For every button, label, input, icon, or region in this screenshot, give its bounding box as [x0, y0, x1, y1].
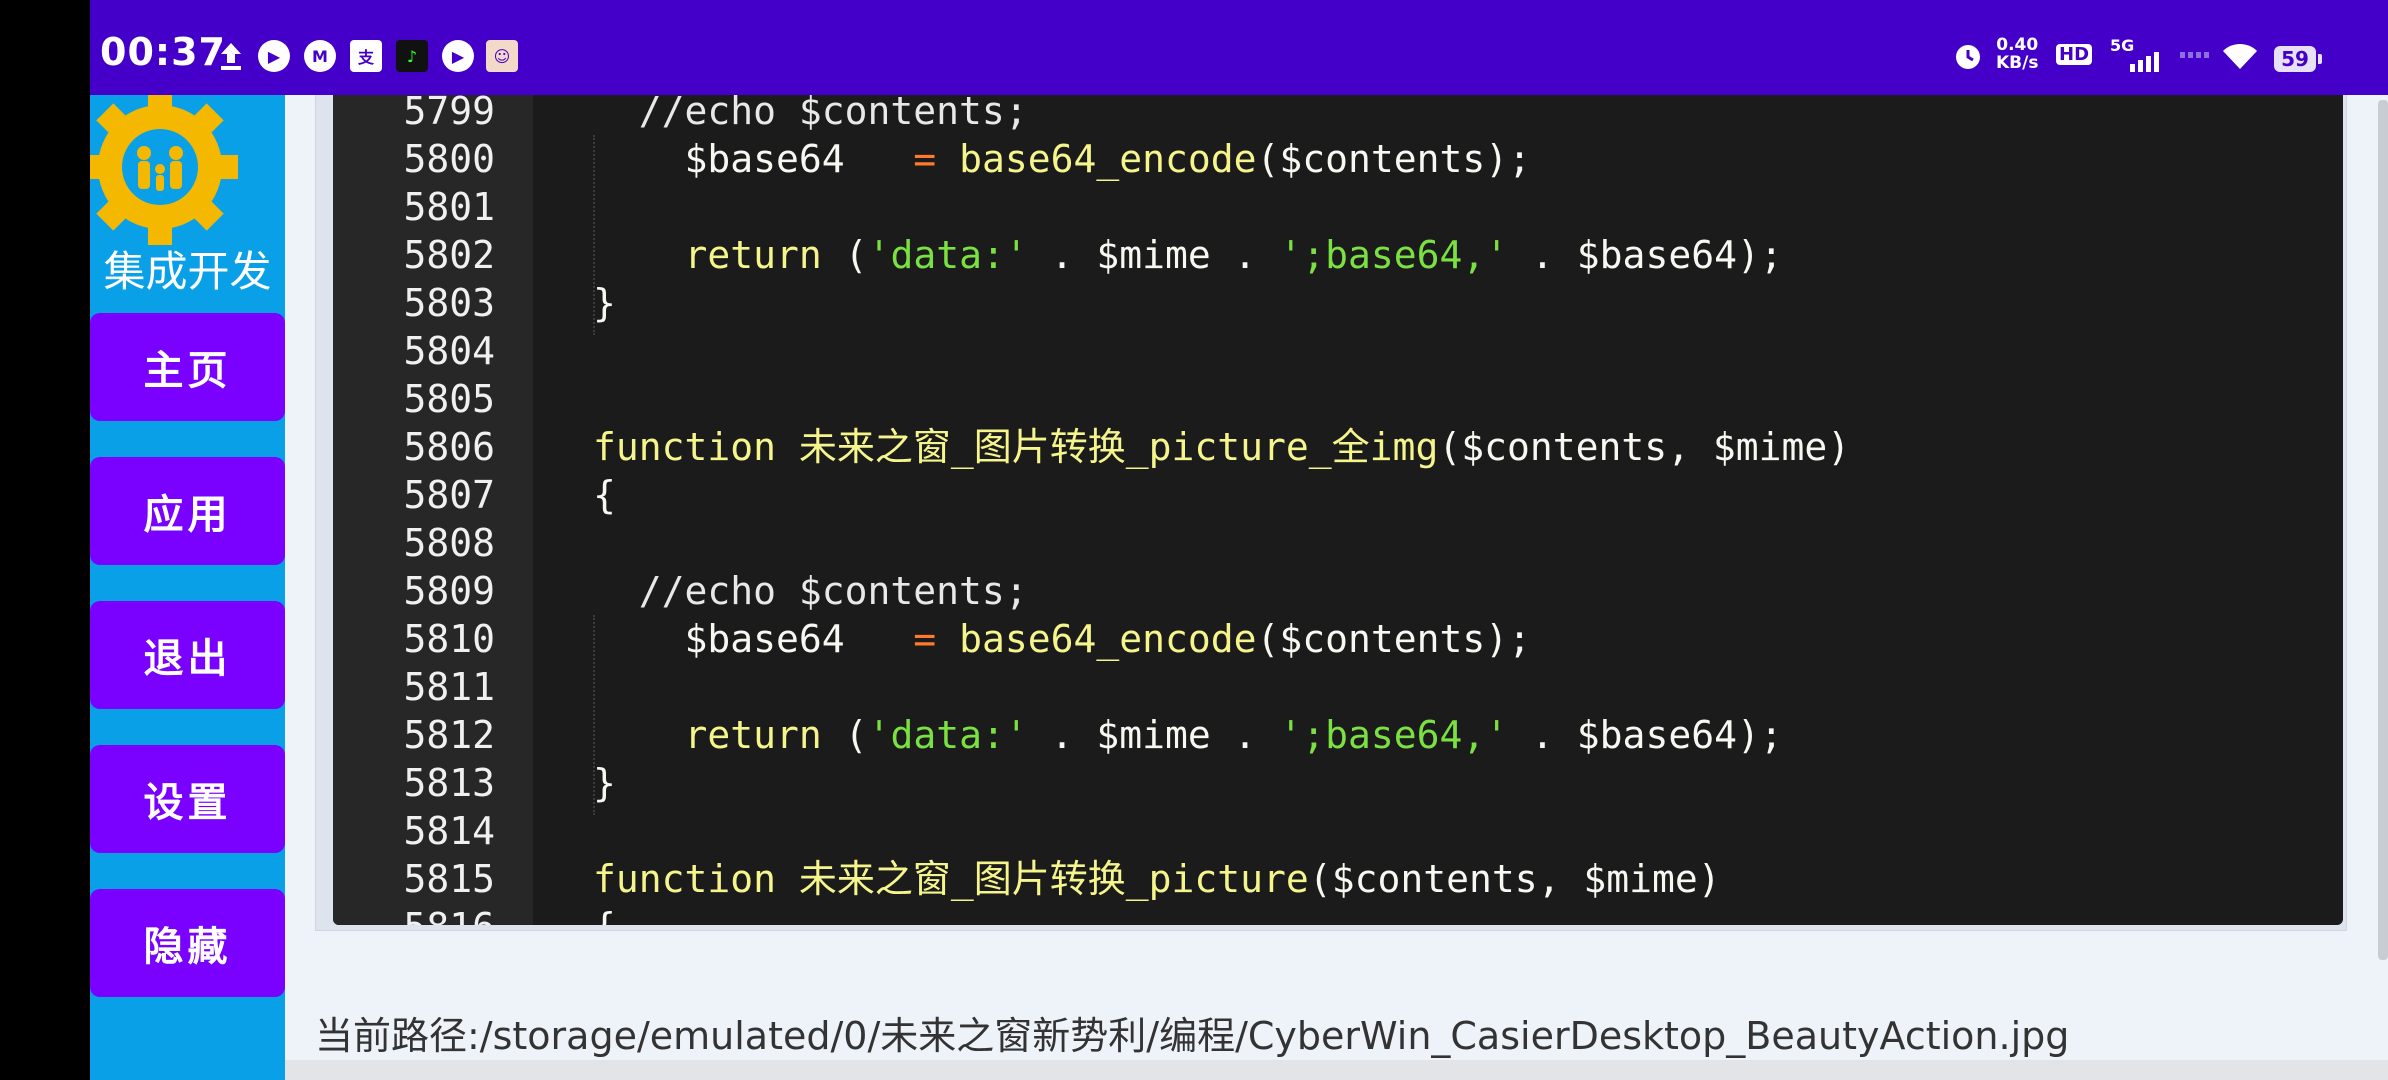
battery-icon: 59 [2274, 46, 2322, 72]
code-line: 5800 $base64 = base64_encode($contents); [333, 135, 2343, 183]
line-code: $base64 = base64_encode($contents); [593, 617, 1532, 661]
code-line: 5810 $base64 = base64_encode($contents); [333, 615, 2343, 663]
line-number: 5799 [403, 95, 495, 133]
screen-bezel [0, 0, 90, 1080]
alipay-icon: 支 [350, 40, 382, 72]
line-number: 5807 [403, 473, 495, 517]
bottom-scrollbar[interactable] [285, 1060, 2388, 1080]
line-code: return ('data:' . $mime . ';base64,' . $… [684, 713, 1783, 757]
nav-settings-button[interactable]: 设置 [90, 745, 285, 853]
scrollbar-thumb[interactable] [2378, 100, 2388, 960]
code-line: 5806 function 未来之窗_图片转换_picture_全img($con… [333, 423, 2343, 471]
code-line: 5816 { [333, 903, 2343, 925]
line-number: 5812 [403, 713, 495, 757]
alarm-icon [1952, 40, 1984, 72]
signal-icon [2130, 52, 2159, 72]
wifi-icon [2220, 40, 2260, 72]
line-code: return ('data:' . $mime . ';base64,' . $… [684, 233, 1783, 277]
line-number: 5805 [403, 377, 495, 421]
network-speed: 0.40 KB/s [1996, 35, 2039, 73]
nav-apps-button[interactable]: 应用 [90, 457, 285, 565]
code-line: 5804 [333, 327, 2343, 375]
line-code: //echo $contents; [638, 95, 1028, 133]
line-number: 5800 [403, 137, 495, 181]
line-number: 5803 [403, 281, 495, 325]
line-number: 5816 [333, 903, 495, 925]
line-code: { [593, 473, 616, 517]
nav-exit-button[interactable]: 退出 [90, 601, 285, 709]
code-line: 5813} [333, 759, 2343, 807]
code-line: 5799 //echo $contents; [333, 95, 2343, 135]
line-number: 5810 [403, 617, 495, 661]
code-line: 5812 return ('data:' . $mime . ';base64,… [333, 711, 2343, 759]
line-code: $base64 = base64_encode($contents); [593, 137, 1532, 181]
m-app-icon: M [304, 40, 336, 72]
status-time: 00:37 [100, 30, 226, 74]
line-code: function 未来之窗_图片转换_picture($contents, $m… [593, 857, 1721, 901]
current-path: 当前路径:/storage/emulated/0/未来之窗新势利/编程/Cybe… [315, 1014, 2070, 1058]
music-app-icon: ♪ [396, 40, 428, 72]
gear-family-logo-icon [82, 89, 285, 245]
play-app-icon: ▶ [258, 40, 290, 72]
code-line: 5811 [333, 663, 2343, 711]
line-number: 5815 [403, 857, 495, 901]
line-number: 5814 [403, 809, 495, 853]
line-code: //echo $contents; [638, 569, 1028, 613]
line-code: { [593, 903, 616, 925]
code-line: 5815 function 未来之窗_图片转换_picture($contents… [333, 855, 2343, 903]
line-number: 5806 [403, 425, 495, 469]
nav-hide-button[interactable]: 隐藏 [90, 889, 285, 997]
logo-text: 集成开发 [103, 247, 272, 296]
line-number: 5801 [403, 185, 495, 229]
code-line: 5802 return ('data:' . $mime . ';base64,… [333, 231, 2343, 279]
line-number: 5811 [403, 665, 495, 709]
video-app-icon: ▶ [442, 40, 474, 72]
nav-home-button[interactable]: 主页 [90, 313, 285, 421]
code-editor[interactable]: 5799 //echo $contents; 5800 $base64 = bas… [333, 95, 2343, 925]
line-code: function 未来之窗_图片转换_picture_全img($content… [593, 425, 1851, 469]
scrollbar-track[interactable] [2378, 95, 2388, 965]
code-line: 5807 { [333, 471, 2343, 519]
signal-secondary-icon [2180, 52, 2209, 58]
sidebar: 集成开发 主页 应用 退出 设置 隐藏 [82, 89, 285, 1080]
code-line: 5805 [333, 375, 2343, 423]
status-bar: 00:37 ▶ M 支 ♪ ▶ ☺ 0.40 KB/s HD 5G 59 [90, 0, 2388, 95]
main-content: 5799 //echo $contents; 5800 $base64 = bas… [285, 95, 2388, 1080]
line-number: 5802 [403, 233, 495, 277]
line-number: 5809 [403, 569, 495, 613]
line-code: } [593, 281, 616, 325]
line-number: 5808 [403, 521, 495, 565]
code-line: 5801 [333, 183, 2343, 231]
line-number: 5813 [403, 761, 495, 805]
code-line: 5808 [333, 519, 2343, 567]
upload-icon [215, 40, 247, 72]
code-line: 5814 [333, 807, 2343, 855]
line-number: 5804 [403, 329, 495, 373]
code-line: 5809 //echo $contents; [333, 567, 2343, 615]
hd-voice-icon: HD [2056, 44, 2093, 65]
line-code: } [593, 761, 616, 805]
avatar-icon: ☺ [486, 40, 518, 72]
code-line: 5803} [333, 279, 2343, 327]
